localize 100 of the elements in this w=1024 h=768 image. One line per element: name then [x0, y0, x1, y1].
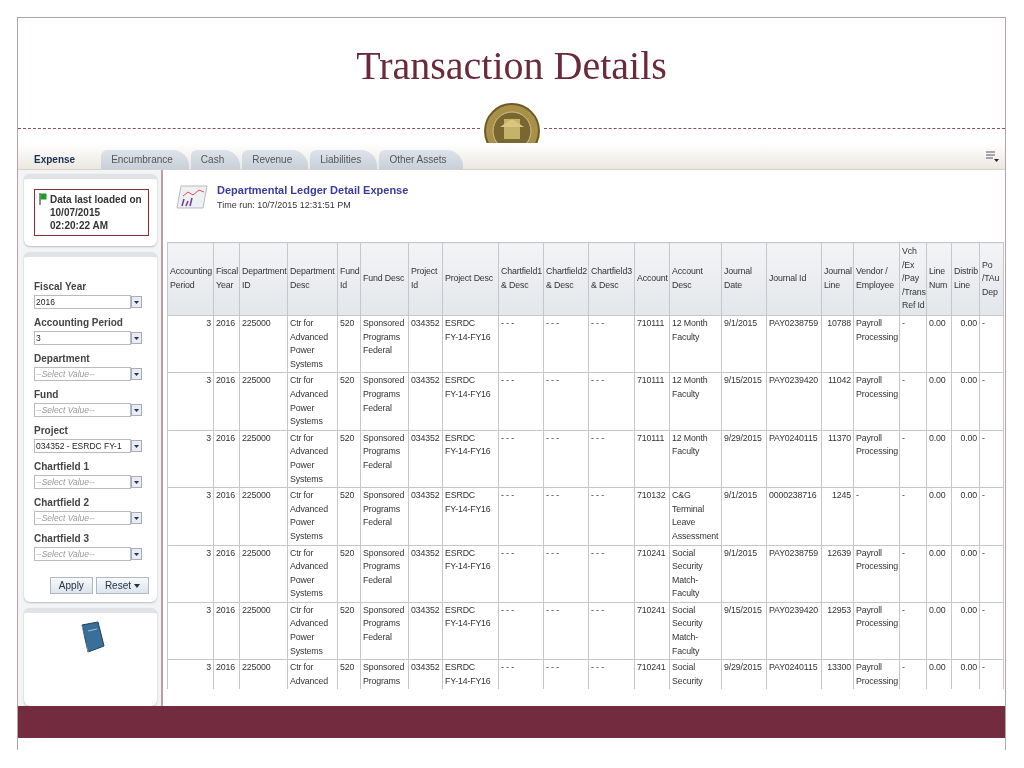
column-header[interactable]: Fund Id	[337, 242, 361, 316]
apply-button[interactable]: Apply	[49, 577, 93, 594]
table-cell: -	[979, 315, 1004, 373]
dropdown-field[interactable]: --Select Value--	[34, 511, 131, 525]
table-cell: 3	[167, 372, 214, 431]
filter-label: Fiscal Year	[34, 281, 88, 292]
caret-icon	[131, 440, 142, 452]
table-cell: 9/1/2015	[721, 487, 767, 545]
caret-icon	[131, 332, 142, 344]
dropdown-field[interactable]: 3	[34, 331, 131, 345]
filter-label: Chartfield 3	[34, 533, 90, 544]
column-header[interactable]: Project Id	[408, 242, 443, 316]
table-cell: 225000	[239, 659, 288, 690]
table-cell: 034352	[408, 430, 443, 488]
table-cell: - - -	[588, 545, 635, 603]
column-header[interactable]: Department Desc	[287, 242, 338, 316]
column-header[interactable]: Vendor / Employee	[853, 242, 900, 316]
column-header[interactable]: Journal Id	[766, 242, 822, 316]
column-header[interactable]: Account Desc	[669, 242, 722, 316]
tab[interactable]: Encumbrance	[101, 150, 189, 169]
column-header[interactable]: Account	[634, 242, 670, 316]
column-header[interactable]: Line Num	[926, 242, 952, 316]
column-header[interactable]: Distrib Line	[951, 242, 980, 316]
caret-icon	[131, 476, 142, 488]
column-header[interactable]: Vch /Ex /Pay /Trans Ref Id	[899, 242, 927, 316]
table-cell: ESRDC FY-14-FY16	[442, 487, 499, 545]
caret-icon	[131, 296, 142, 308]
table-cell: 3	[167, 602, 214, 660]
table-cell: -	[979, 372, 1004, 431]
table-cell: PAY0239420	[766, 372, 822, 431]
slide-title: Transaction Details	[356, 42, 667, 89]
table-cell: - - -	[498, 487, 544, 545]
table-cell: 10788	[821, 315, 854, 373]
table-cell: 11042	[821, 372, 854, 431]
dropdown-field[interactable]: 2016	[34, 295, 131, 309]
tab[interactable]: Other Assets	[379, 150, 463, 169]
table-cell: 710241	[634, 545, 670, 603]
table-cell: 2016	[213, 545, 240, 603]
table-cell: 2016	[213, 430, 240, 488]
table-cell: 3	[167, 659, 214, 690]
dropdown-field[interactable]: --Select Value--	[34, 475, 131, 489]
table-cell: C&G Terminal Leave Assessment	[669, 487, 722, 545]
filter-label: Chartfield 1	[34, 461, 90, 472]
column-header[interactable]: Po /TAu Dep	[979, 242, 1004, 316]
table-cell: - - -	[498, 602, 544, 660]
column-header[interactable]: Journal Line	[821, 242, 854, 316]
table-cell: 710111	[634, 430, 670, 488]
column-header[interactable]: Fiscal Year	[213, 242, 240, 316]
table-cell: Payroll Processing	[853, 430, 900, 488]
tab[interactable]: Cash	[190, 150, 241, 169]
column-header[interactable]: Fund Desc	[360, 242, 409, 316]
table-cell: -	[899, 659, 927, 690]
table-cell: ESRDC FY-14-FY16	[442, 659, 499, 690]
table-cell: - - -	[498, 372, 544, 431]
table-cell: 520	[337, 315, 361, 373]
table-cell: - - -	[588, 315, 635, 373]
column-header[interactable]: Project Desc	[442, 242, 499, 316]
dropdown-field[interactable]: --Select Value--	[34, 547, 131, 561]
column-header[interactable]: Chartfield2 & Desc	[543, 242, 589, 316]
filter-label: Project	[34, 425, 69, 436]
table-cell: 0.00	[951, 315, 980, 373]
tab[interactable]: Revenue	[242, 150, 309, 169]
table-cell: 710132	[634, 487, 670, 545]
table-cell: Sponsored Programs	[360, 659, 409, 690]
table-cell: PAY0238759	[766, 315, 822, 373]
table-cell: 520	[337, 602, 361, 660]
tab[interactable]: Liabilities	[310, 150, 378, 169]
table-cell: Social Security	[669, 659, 722, 690]
table-cell: 520	[337, 545, 361, 603]
table-cell: PAY0240115	[766, 659, 822, 690]
reset-button[interactable]: Reset	[95, 577, 149, 594]
tab[interactable]: Expense	[24, 150, 100, 169]
column-header[interactable]: Accounting Period	[167, 242, 214, 316]
table-cell: -	[979, 430, 1004, 488]
table-cell: 034352	[408, 602, 443, 660]
table-cell: ESRDC FY-14-FY16	[442, 545, 499, 603]
table-cell: -	[899, 315, 927, 373]
table-cell: 0.00	[951, 487, 980, 545]
column-header[interactable]: Journal Date	[721, 242, 767, 316]
table-cell: PAY0239420	[766, 602, 822, 660]
status-text: 10/07/2015	[50, 206, 102, 219]
column-header[interactable]: Chartfield3 & Desc	[588, 242, 635, 316]
table-cell: ESRDC FY-14-FY16	[442, 372, 499, 431]
flag-icon	[39, 193, 47, 205]
table-cell: - - -	[498, 430, 544, 488]
table-cell: 225000	[239, 430, 288, 488]
dropdown-field[interactable]: --Select Value--	[34, 403, 131, 417]
table-cell: 0.00	[926, 545, 952, 603]
table-cell: 520	[337, 659, 361, 690]
table-cell: - - -	[498, 315, 544, 373]
column-header[interactable]: Chartfield1 & Desc	[498, 242, 544, 316]
table-cell: 0000238716	[766, 487, 822, 545]
list-icon[interactable]	[985, 150, 999, 162]
table-cell: Sponsored Programs Federal	[360, 487, 409, 545]
dropdown-field[interactable]: 034352 - ESRDC FY-1	[34, 439, 131, 453]
table-cell: -	[899, 602, 927, 660]
table-cell: 9/29/2015	[721, 659, 767, 690]
dropdown-field[interactable]: --Select Value--	[34, 367, 131, 381]
column-header[interactable]: Department ID	[239, 242, 288, 316]
table-cell: 12639	[821, 545, 854, 603]
